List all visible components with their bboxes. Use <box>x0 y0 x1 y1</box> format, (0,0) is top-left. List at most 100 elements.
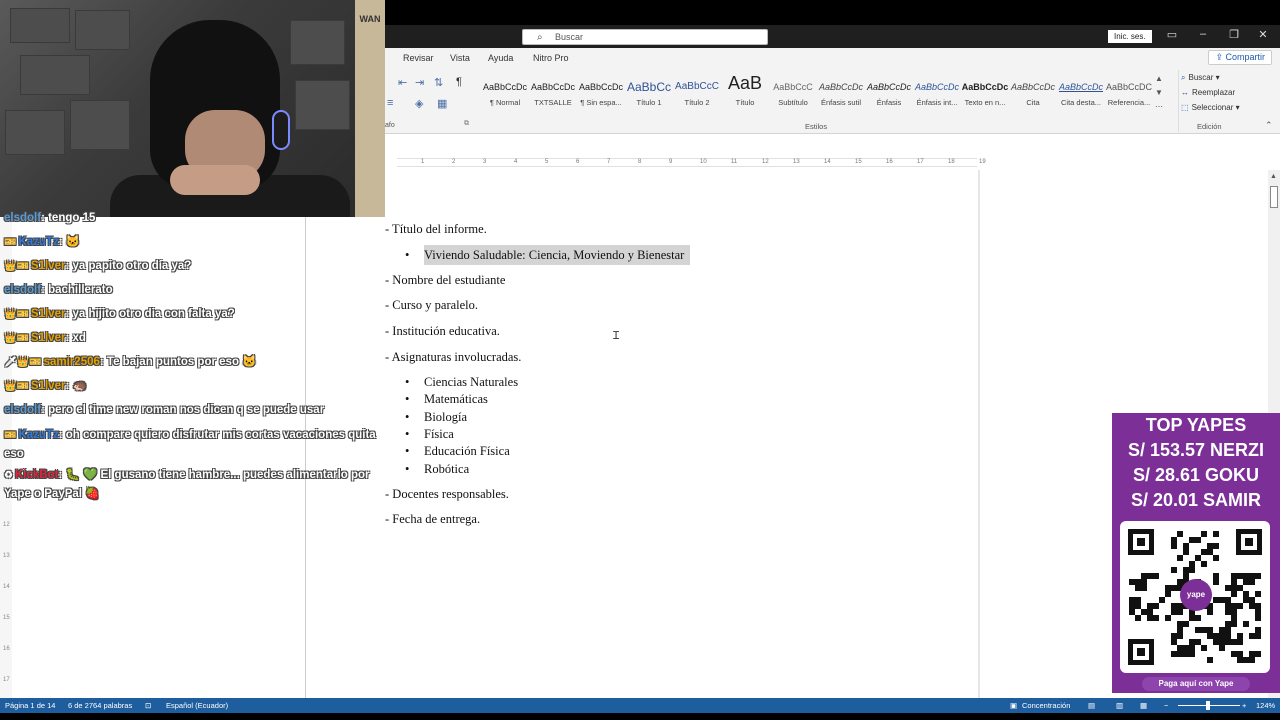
language[interactable]: Español (Ecuador) <box>166 701 228 710</box>
word-count[interactable]: 6 de 2764 palabras <box>68 701 132 710</box>
focus-mode[interactable]: Concentración <box>1022 701 1070 710</box>
document-line[interactable]: - Nombre del estudiante <box>385 273 505 288</box>
chat-username[interactable]: elsdolf <box>4 284 41 296</box>
focus-icon[interactable]: ▣ <box>1010 701 1017 710</box>
document-line[interactable]: - Curso y paralelo. <box>385 298 478 313</box>
chat-username[interactable]: elsdolf <box>4 404 41 416</box>
style-item[interactable]: AaBbCcDc Énfasis sutil <box>817 72 865 116</box>
collapse-ribbon-icon[interactable]: ⌃ <box>1265 120 1273 131</box>
chat-username[interactable]: elsdolf <box>4 212 41 224</box>
proofing-icon[interactable]: ⊡ <box>145 701 151 710</box>
bullet-icon: • <box>405 410 410 424</box>
dialog-launcher-icon[interactable]: ⧉ <box>464 120 469 128</box>
ribbon-display-icon[interactable]: ▭ <box>1165 28 1179 41</box>
style-item[interactable]: AaBbCcC Subtítulo <box>769 72 817 116</box>
style-item[interactable]: AaBbCcDc Énfasis int... <box>913 72 961 116</box>
pilcrow-icon[interactable]: ¶ <box>456 76 462 88</box>
style-item[interactable]: AaBbCcDc ¶ Sin espa... <box>577 72 625 116</box>
style-item[interactable]: AaBbCcDc ¶ Normal <box>481 72 529 116</box>
poster-text: WAN <box>359 14 381 24</box>
qr-module <box>1153 573 1159 579</box>
chat-username[interactable]: KickBot <box>15 469 58 481</box>
chat-message: 👑🎫 S1lver: ya papito otro día ya? <box>4 258 191 275</box>
style-label: Énfasis int... <box>916 98 958 107</box>
decrease-indent-icon[interactable]: ⇤ <box>398 76 407 89</box>
chat-username[interactable]: S1lver <box>31 332 66 344</box>
document-line[interactable]: - Asignaturas involucradas. <box>385 350 521 365</box>
signin-button[interactable]: Inic. ses. <box>1108 30 1152 43</box>
chat-username[interactable]: KazuTz <box>18 236 58 248</box>
chat-username[interactable]: S1lver <box>31 308 66 320</box>
ruler-tick: 1 <box>421 159 425 165</box>
line-text: - Curso y paralelo. <box>385 298 479 312</box>
horizontal-ruler[interactable]: 1 2 3 4 5 6 7 8 9 10 11 12 13 14 15 16 17 18 19 <box>397 158 986 167</box>
borders-icon[interactable]: ▦ <box>437 97 447 110</box>
document-line[interactable]: - Institución educativa. <box>385 324 500 339</box>
document-line[interactable]: - Título del informe. <box>385 222 487 237</box>
gallery-up-icon[interactable]: ▲ <box>1155 74 1163 83</box>
pay-with-yape-button[interactable]: Paga aquí con Yape <box>1142 677 1250 691</box>
list-item[interactable]: • Física <box>405 427 454 442</box>
share-label: Compartir <box>1225 52 1265 62</box>
chat-badge-icon: 🎫 <box>4 237 17 248</box>
read-mode-icon[interactable]: ▤ <box>1088 701 1095 710</box>
style-item[interactable]: AaBbCc Título 1 <box>625 72 673 116</box>
print-layout-icon[interactable]: ▥ <box>1116 701 1123 710</box>
sort-icon[interactable]: ⇅ <box>434 76 443 89</box>
tab-ayuda[interactable]: Ayuda <box>488 53 513 63</box>
page-count[interactable]: Página 1 de 14 <box>5 701 55 710</box>
tab-revisar[interactable]: Revisar <box>403 53 434 63</box>
zoom-level[interactable]: 124% <box>1256 701 1275 710</box>
document-line[interactable]: - Docentes responsables. <box>385 487 509 502</box>
line-spacing-icon[interactable]: ≡ <box>387 97 393 109</box>
style-item[interactable]: AaBbCcDc Texto en n... <box>961 72 1009 116</box>
qr-module <box>1177 555 1183 561</box>
ruler-tick: 7 <box>607 159 611 165</box>
tab-nitro-pro[interactable]: Nitro Pro <box>533 53 569 63</box>
chat-username[interactable]: S1lver <box>31 380 66 392</box>
style-item[interactable]: AaBbCcDc TXTSALLE <box>529 72 577 116</box>
ribbon: ⇤ ⇥ ⇅ ¶ ≡ ◈ ▦ afo ⧉ AaBbCcDc ¶ Normal AaBb… <box>385 68 1280 134</box>
increase-indent-icon[interactable]: ⇥ <box>415 76 424 89</box>
style-preview: AaBbCcDc <box>578 82 623 92</box>
list-item[interactable]: • Matemáticas <box>405 392 488 407</box>
qr-module <box>1255 591 1261 597</box>
list-item[interactable]: • Ciencias Naturales <box>405 375 518 390</box>
gallery-down-icon[interactable]: ▼ <box>1155 88 1163 97</box>
zoom-thumb[interactable] <box>1206 701 1210 710</box>
chat-text: bachillerato <box>48 284 113 296</box>
replace-button[interactable]: ↔ Reemplazar <box>1181 85 1274 100</box>
style-item[interactable]: AaBbCcC Título 2 <box>673 72 721 116</box>
minimize-icon[interactable]: – <box>1196 28 1210 40</box>
web-layout-icon[interactable]: ▦ <box>1140 701 1147 710</box>
chat-username[interactable]: S1lver <box>31 260 66 272</box>
restore-icon[interactable]: ❐ <box>1227 28 1241 41</box>
find-button[interactable]: ⌕ Buscar ▾ <box>1181 70 1274 85</box>
select-button[interactable]: ⬚ Seleccionar ▾ <box>1181 100 1274 115</box>
style-item[interactable]: AaBbCcDc Énfasis <box>865 72 913 116</box>
scroll-up-icon[interactable]: ▲ <box>1270 173 1277 180</box>
style-item[interactable]: AaBbCcDc Cita <box>1009 72 1057 116</box>
list-item[interactable]: • Robótica <box>405 462 469 477</box>
scroll-thumb[interactable] <box>1270 186 1278 208</box>
shading-icon[interactable]: ◈ <box>415 97 423 110</box>
gallery-more-icon[interactable]: ⋯ <box>1155 102 1163 111</box>
style-label: ¶ Sin espa... <box>580 98 622 107</box>
qr-module <box>1255 651 1261 657</box>
zoom-out-icon[interactable]: − <box>1164 701 1168 710</box>
style-item[interactable]: AaBbCcDC Referencia... <box>1105 72 1153 116</box>
style-item[interactable]: AaBbCcDc Cita desta... <box>1057 72 1105 116</box>
list-item[interactable]: • Educación Física <box>405 444 510 459</box>
close-icon[interactable]: ✕ <box>1256 28 1270 41</box>
document-line[interactable]: - Fecha de entrega. <box>385 512 480 527</box>
tab-vista[interactable]: Vista <box>450 53 470 63</box>
list-item[interactable]: • Viviendo Saludable: Ciencia, Moviendo y… <box>405 245 691 265</box>
search-input[interactable]: ⌕ Buscar <box>522 29 768 45</box>
zoom-in-icon[interactable]: + <box>1242 701 1246 710</box>
style-item[interactable]: AaB Título <box>721 72 769 116</box>
chat-username[interactable]: samir2506 <box>44 356 100 368</box>
chat-username[interactable]: KazuTz <box>18 429 58 441</box>
list-item[interactable]: • Biología <box>405 410 467 425</box>
yape-qr-code[interactable]: yape <box>1120 521 1270 673</box>
share-button[interactable]: ⇪ Compartir <box>1208 50 1272 65</box>
